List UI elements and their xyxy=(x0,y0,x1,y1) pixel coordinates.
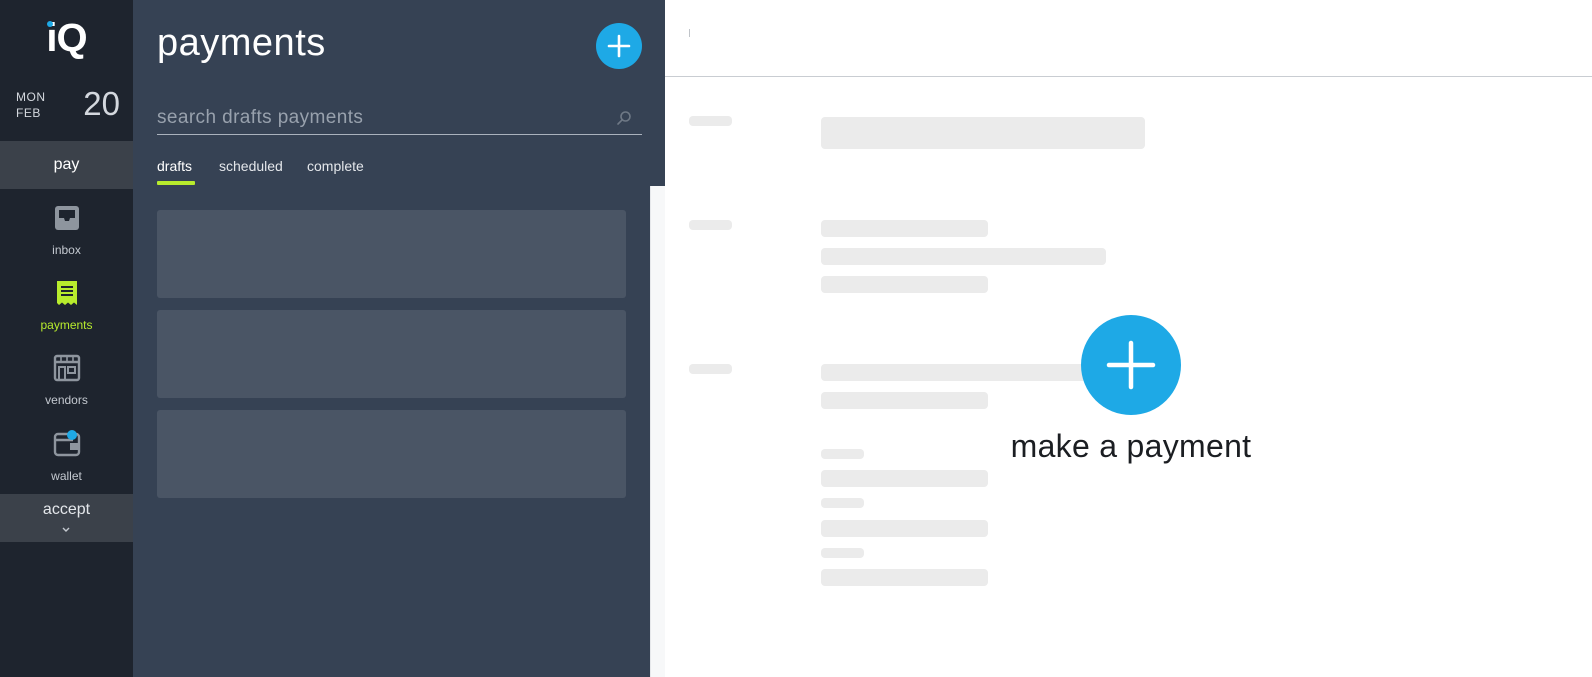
search-bar xyxy=(157,102,642,135)
payment-detail-pane: make a payment xyxy=(665,0,1592,677)
skeleton-label xyxy=(821,548,864,558)
app-logo: iQ xyxy=(46,16,87,60)
nav-item-payments[interactable]: payments xyxy=(0,279,133,351)
skeleton-label xyxy=(689,220,732,230)
payments-list-panel: payments drafts scheduled complete xyxy=(133,0,665,677)
skeleton-label xyxy=(821,498,864,508)
pay-section-header[interactable]: pay xyxy=(0,141,133,189)
chevron-down-icon xyxy=(62,527,70,532)
skeleton-line xyxy=(821,392,988,409)
text-cursor xyxy=(689,29,690,37)
logo-dot xyxy=(47,21,53,27)
skeleton-line xyxy=(821,569,988,586)
tab-drafts[interactable]: drafts xyxy=(157,158,192,180)
search-input[interactable] xyxy=(157,102,597,134)
skeleton-line xyxy=(821,364,1089,381)
nav-item-vendors[interactable]: vendors xyxy=(0,354,133,426)
nav-label-wallet: wallet xyxy=(51,469,82,483)
nav-item-wallet[interactable]: wallet xyxy=(0,430,133,502)
receipt-icon xyxy=(57,281,77,305)
skeleton-line xyxy=(821,520,988,537)
date-month: FEB xyxy=(16,106,41,120)
date-display: MON FEB 20 xyxy=(16,87,120,127)
plus-icon xyxy=(1106,340,1156,390)
notification-dot xyxy=(67,430,77,440)
skeleton-label xyxy=(689,116,732,126)
add-payment-button[interactable] xyxy=(596,23,642,69)
nav-item-inbox[interactable]: inbox xyxy=(0,204,133,276)
skeleton-line xyxy=(821,220,988,237)
panel-divider xyxy=(650,186,665,677)
active-tab-indicator xyxy=(157,181,195,185)
inbox-icon xyxy=(55,206,79,230)
plus-icon xyxy=(607,34,631,58)
date-weekday: MON xyxy=(16,90,46,104)
skeleton-line xyxy=(821,248,1106,265)
date-day: 20 xyxy=(83,85,120,122)
search-icon[interactable] xyxy=(616,110,632,126)
skeleton-line xyxy=(821,276,988,293)
nav-label-payments: payments xyxy=(40,318,93,332)
nav-label-inbox: inbox xyxy=(52,243,81,257)
make-payment-button[interactable] xyxy=(1081,315,1181,415)
tab-complete[interactable]: complete xyxy=(307,158,364,180)
draft-placeholder-card[interactable] xyxy=(157,210,626,298)
detail-header xyxy=(665,0,1592,77)
draft-placeholder-card[interactable] xyxy=(157,310,626,398)
draft-placeholder-card[interactable] xyxy=(157,410,626,498)
skeleton-label xyxy=(821,449,864,459)
storefront-icon xyxy=(53,354,81,382)
accept-section-header[interactable]: accept xyxy=(0,494,133,542)
wallet-icon xyxy=(53,430,81,457)
make-payment-label[interactable]: make a payment xyxy=(965,428,1297,465)
nav-rail: iQ MON FEB 20 pay inbox payments vendors… xyxy=(0,0,133,677)
tab-scheduled[interactable]: scheduled xyxy=(219,158,283,180)
skeleton-label xyxy=(689,364,732,374)
nav-label-vendors: vendors xyxy=(45,393,88,407)
skeleton-line xyxy=(821,470,988,487)
skeleton-field xyxy=(821,117,1145,149)
page-title: payments xyxy=(157,22,326,64)
accept-section-label: accept xyxy=(42,501,91,518)
